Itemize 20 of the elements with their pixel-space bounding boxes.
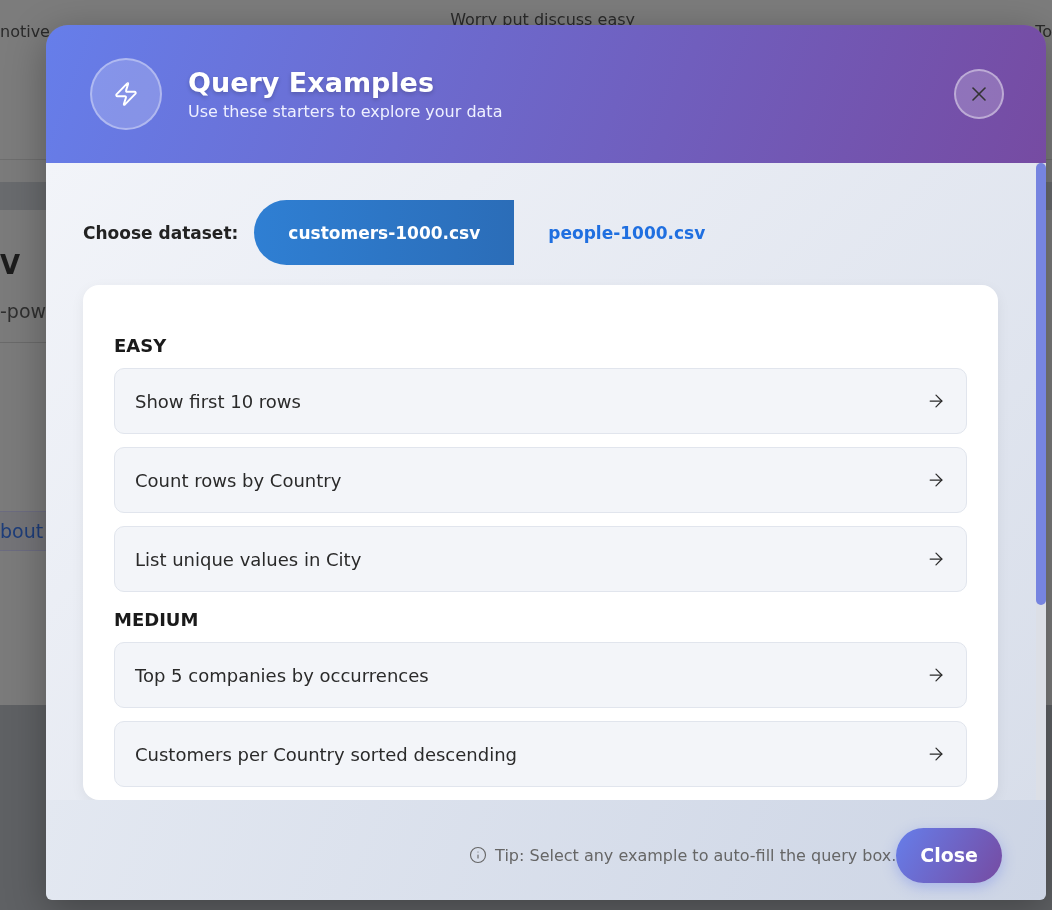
example-item[interactable]: Count rows by Country	[114, 447, 967, 513]
info-icon	[469, 846, 488, 864]
close-button[interactable]: Close	[896, 827, 1002, 883]
example-item[interactable]: Top 5 companies by occurrences	[114, 642, 967, 708]
example-item[interactable]: Customers per Country sorted descending	[114, 721, 967, 787]
dataset-tab[interactable]: customers-1000.csv	[254, 200, 515, 265]
example-item[interactable]: Show first 10 rows	[114, 368, 967, 434]
close-icon[interactable]	[954, 69, 1004, 119]
section-heading: MEDIUM	[114, 609, 200, 630]
background-text: Worry put discuss easy	[450, 10, 635, 29]
background-text: notive	[0, 22, 50, 41]
example-item[interactable]: List unique values in City	[114, 526, 967, 592]
dialog-title: Query Examples	[188, 67, 435, 98]
dataset-label: Choose dataset:	[83, 222, 239, 243]
scrollbar[interactable]	[1036, 163, 1046, 800]
tip-text: Tip: Select any example to auto-fill the query box.	[495, 845, 897, 865]
dataset-tab[interactable]: people-1000.csv	[514, 200, 740, 265]
background-heading: V	[0, 250, 22, 280]
dialog-subtitle: Use these starters to explore your data	[188, 102, 504, 121]
section-heading: EASY	[114, 335, 168, 356]
